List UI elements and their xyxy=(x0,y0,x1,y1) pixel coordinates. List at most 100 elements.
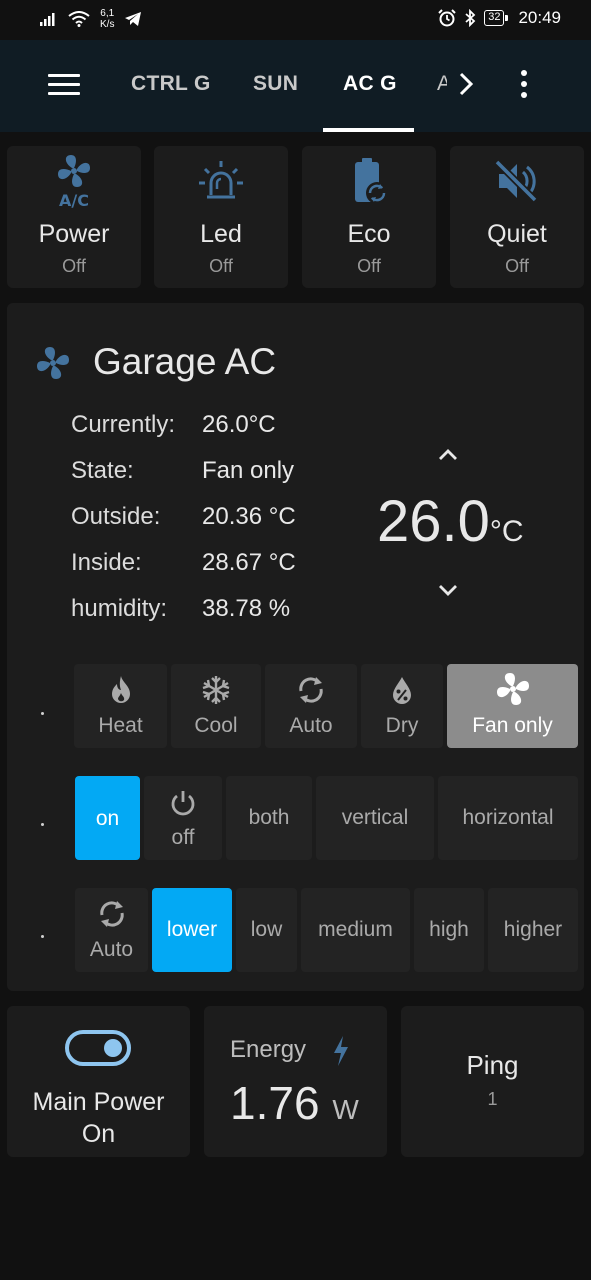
row-bullet xyxy=(41,935,44,938)
mode-label: medium xyxy=(318,918,393,941)
menu-icon-line xyxy=(48,92,80,95)
tab-sun[interactable]: SUN xyxy=(253,72,298,96)
net-speed: 6,1 K/s xyxy=(100,8,114,30)
mode-label: horizontal xyxy=(462,806,554,829)
mode-label: higher xyxy=(503,918,563,941)
button-name: Eco xyxy=(347,220,391,248)
power-button-card[interactable]: A/C Power Off xyxy=(7,146,141,288)
status-right: 32 20:49 xyxy=(438,8,561,28)
ping-card: Ping 1 xyxy=(401,1006,584,1157)
alarm-icon xyxy=(438,9,456,27)
tab-partial[interactable]: A xyxy=(437,72,447,96)
fan-icon xyxy=(37,347,69,379)
climate-title: Garage AC xyxy=(93,341,277,382)
fan-mode-higher[interactable]: higher xyxy=(488,888,578,972)
status-bar: 6,1 K/s 32 20:49 xyxy=(0,0,591,40)
chevron-right-icon[interactable] xyxy=(454,68,478,100)
toggle-knob xyxy=(104,1039,122,1057)
attribute-label: Outside: xyxy=(71,503,161,530)
attribute-value: 20.36 °C xyxy=(202,503,296,530)
attribute-label: Currently: xyxy=(71,411,176,438)
mode-label: lower xyxy=(166,918,218,941)
alarm-light-icon xyxy=(154,152,288,210)
menu-icon-line xyxy=(48,74,80,77)
fan-icon xyxy=(447,672,578,706)
menu-button[interactable] xyxy=(48,74,80,100)
autorenew-icon xyxy=(75,898,148,930)
row-bullet xyxy=(41,712,44,715)
target-temperature-unit: °C xyxy=(489,515,524,548)
app-header: CTRL G SUN AC G A xyxy=(0,40,591,132)
mode-label: Fan only xyxy=(472,714,553,737)
water-percent-icon xyxy=(361,674,443,706)
wifi-icon xyxy=(68,11,90,27)
temperature-up-button[interactable] xyxy=(433,443,463,467)
hvac-mode-dry[interactable]: Dry xyxy=(361,664,443,748)
ping-value: 1 xyxy=(487,1089,498,1109)
fan-mode-high[interactable]: high xyxy=(414,888,484,972)
led-button-card[interactable]: Led Off xyxy=(154,146,288,288)
flash-icon xyxy=(334,1036,348,1066)
attribute-value: 38.78 % xyxy=(202,595,291,622)
attribute-value: 26.0°C xyxy=(202,411,276,438)
fan-mode-lower[interactable]: lower xyxy=(152,888,232,972)
temperature-down-button[interactable] xyxy=(433,578,463,602)
energy-unit: W xyxy=(332,1094,359,1125)
tab-ctrl-g[interactable]: CTRL G xyxy=(131,72,211,96)
telegram-icon xyxy=(125,12,142,26)
main-power-state: On xyxy=(81,1120,116,1148)
swing-mode-vertical[interactable]: vertical xyxy=(316,776,434,860)
toggle-switch-icon xyxy=(65,1030,131,1066)
button-name: Led xyxy=(200,220,242,248)
swing-mode-off[interactable]: off xyxy=(144,776,222,860)
fan-mode-low[interactable]: low xyxy=(236,888,297,972)
net-speed-value: 6,1 xyxy=(100,8,115,19)
overflow-menu-button[interactable] xyxy=(512,70,536,104)
mode-label: high xyxy=(429,918,469,941)
ac-fan-icon: A/C xyxy=(7,152,141,210)
swing-mode-on[interactable]: on xyxy=(75,776,140,860)
mode-label: both xyxy=(248,806,290,829)
clock: 20:49 xyxy=(518,8,561,27)
hvac-mode-cool[interactable]: Cool xyxy=(171,664,261,748)
mode-label: on xyxy=(95,807,120,830)
battery-indicator: 32 xyxy=(484,10,509,26)
menu-icon-line xyxy=(48,83,80,86)
battery-eco-icon xyxy=(302,152,436,210)
button-name: Quiet xyxy=(487,220,547,248)
fan-mode-medium[interactable]: medium xyxy=(301,888,410,972)
hvac-mode-heat[interactable]: Heat xyxy=(74,664,167,748)
energy-reading: 1.76 W xyxy=(230,1076,359,1130)
dot xyxy=(521,81,527,87)
attribute-label: State: xyxy=(71,457,134,484)
row-bullet xyxy=(41,823,44,826)
attribute-label: humidity: xyxy=(71,595,168,622)
tab-ac-g[interactable]: AC G xyxy=(343,72,397,96)
swing-mode-horizontal[interactable]: horizontal xyxy=(438,776,578,860)
eco-button-card[interactable]: Eco Off xyxy=(302,146,436,288)
mode-label: low xyxy=(250,918,283,941)
energy-value: 1.76 xyxy=(230,1077,320,1129)
bluetooth-icon xyxy=(465,9,476,27)
attribute-value: 28.67 °C xyxy=(202,549,296,576)
mode-label: Cool xyxy=(194,714,238,737)
energy-label: Energy xyxy=(230,1036,307,1063)
signal-icon xyxy=(40,13,55,26)
fire-icon xyxy=(74,674,167,706)
swing-mode-both[interactable]: both xyxy=(226,776,312,860)
thermostat-card: Garage AC Currently: 26.0°C State: Fan o… xyxy=(7,303,584,991)
ping-label: Ping xyxy=(466,1050,519,1080)
hvac-mode-auto[interactable]: Auto xyxy=(265,664,357,748)
volume-off-icon xyxy=(450,152,584,210)
mode-label: Heat xyxy=(98,714,143,737)
mode-label: Auto xyxy=(89,938,134,961)
status-left: 6,1 K/s xyxy=(40,8,142,30)
attribute-value: Fan only xyxy=(202,457,295,484)
main-power-card[interactable]: Main Power On xyxy=(7,1006,190,1157)
autorenew-icon xyxy=(265,674,357,706)
fan-mode-auto[interactable]: Auto xyxy=(75,888,148,972)
mode-label: off xyxy=(171,826,195,849)
mode-label: Auto xyxy=(289,714,333,737)
hvac-mode-fan-only[interactable]: Fan only xyxy=(447,664,578,748)
quiet-button-card[interactable]: Quiet Off xyxy=(450,146,584,288)
